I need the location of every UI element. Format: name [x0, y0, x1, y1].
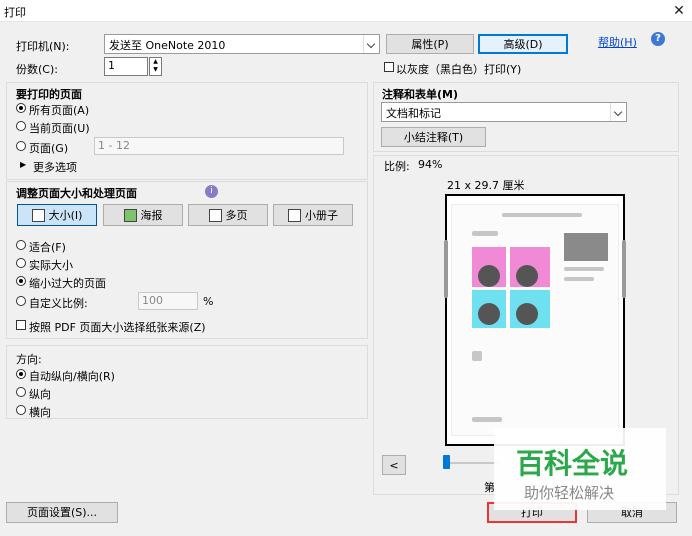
portrait-radio[interactable]: [16, 387, 26, 397]
custom-scale-radio[interactable]: [16, 296, 26, 306]
fit-radio[interactable]: [16, 240, 26, 250]
auto-orientation-radio[interactable]: [16, 369, 26, 379]
copies-label: 份数(C):: [16, 63, 58, 76]
shrink-oversized-radio[interactable]: [16, 276, 26, 286]
multiple-mode-button[interactable]: 多页: [188, 204, 268, 226]
multiple-pages-icon: [208, 208, 222, 222]
printer-value: 发送至 OneNote 2010: [109, 39, 226, 52]
preview-text-line: [502, 213, 582, 217]
all-pages-label: 所有页面(A): [29, 104, 90, 117]
comments-heading: 注释和表单(M): [382, 88, 459, 101]
preview-text-line: [472, 351, 482, 361]
scale-value: 94%: [418, 158, 443, 171]
preview-text-line: [564, 277, 594, 281]
scale-unit: %: [203, 295, 214, 308]
custom-scale-input[interactable]: 100: [138, 292, 198, 310]
preview-text-line: [564, 267, 604, 271]
prev-page-button[interactable]: <: [382, 455, 406, 475]
print-preview-page: [445, 194, 625, 446]
printer-label: 打印机(N):: [16, 40, 70, 53]
fit-label: 适合(F): [29, 241, 66, 254]
page-range-label: 页面(G): [29, 142, 69, 155]
help-icon[interactable]: ?: [651, 32, 665, 46]
preview-content: [451, 204, 619, 436]
current-page-label: 当前页面(U): [29, 122, 90, 135]
preview-edge-handle: [622, 240, 626, 298]
grayscale-checkbox[interactable]: [384, 62, 394, 72]
copies-spinner[interactable]: ▲ ▼: [149, 57, 162, 76]
booklet-mode-button[interactable]: 小册子: [273, 204, 353, 226]
custom-scale-label: 自定义比例:: [29, 297, 88, 310]
landscape-radio[interactable]: [16, 405, 26, 415]
pages-heading: 要打印的页面: [16, 88, 82, 101]
booklet-mode-label: 小册子: [305, 209, 338, 222]
poster-mode-button[interactable]: 海报: [103, 204, 183, 226]
size-mode-label: 大小(I): [48, 209, 83, 222]
landscape-label: 横向: [29, 406, 51, 419]
resize-icon: [31, 208, 45, 222]
comments-select[interactable]: 文档和标记: [381, 102, 627, 122]
preview-text-line: [472, 231, 498, 236]
more-options-link[interactable]: 更多选项: [33, 159, 77, 175]
size-mode-button[interactable]: 大小(I): [17, 204, 97, 226]
paper-size-label: 21 x 29.7 厘米: [447, 179, 525, 192]
page-setup-button[interactable]: 页面设置(S)...: [6, 502, 118, 523]
preview-edge-handle: [444, 240, 448, 298]
paper-source-checkbox[interactable]: [16, 320, 26, 330]
multiple-mode-label: 多页: [225, 209, 248, 222]
advanced-button[interactable]: 高级(D): [478, 34, 568, 54]
window-title: 打印: [4, 6, 26, 19]
comments-value: 文档和标记: [386, 107, 441, 120]
copies-input[interactable]: 1: [104, 57, 148, 76]
expand-arrow-icon[interactable]: ▶: [20, 160, 26, 169]
grayscale-label: 以灰度（黑白色）打印(Y): [396, 63, 522, 76]
page-slider-thumb[interactable]: [443, 455, 451, 469]
scale-label: 比例:: [384, 160, 410, 173]
page-range-radio[interactable]: [16, 141, 26, 151]
poster-mode-label: 海报: [140, 209, 163, 222]
help-link[interactable]: 帮助(H): [598, 34, 637, 50]
orientation-heading: 方向:: [16, 353, 42, 366]
preview-text-line: [472, 417, 502, 422]
title-bar: [0, 0, 692, 22]
actual-size-label: 实际大小: [29, 259, 73, 272]
all-pages-radio[interactable]: [16, 103, 26, 113]
watermark-title: 百科全说: [516, 447, 629, 480]
actual-size-radio[interactable]: [16, 258, 26, 268]
preview-image-block: [516, 303, 538, 325]
portrait-label: 纵向: [29, 388, 51, 401]
summarize-comments-button[interactable]: 小结注释(T): [381, 127, 486, 147]
printer-select[interactable]: 发送至 OneNote 2010: [104, 34, 380, 54]
sizing-heading: 调整页面大小和处理页面: [16, 187, 137, 200]
preview-image-block: [478, 265, 500, 287]
page-range-input[interactable]: 1 - 12: [94, 137, 344, 155]
booklet-icon: [288, 208, 301, 222]
preview-image-block: [564, 233, 608, 261]
shrink-oversized-label: 缩小过大的页面: [29, 277, 106, 290]
properties-button[interactable]: 属性(P): [386, 34, 474, 54]
info-icon[interactable]: i: [205, 185, 218, 198]
auto-orientation-label: 自动纵向/横向(R): [29, 370, 115, 383]
current-page-radio[interactable]: [16, 121, 26, 131]
chevron-down-icon: [363, 35, 379, 53]
page-slider-track[interactable]: [444, 462, 500, 464]
preview-image-block: [516, 265, 538, 287]
close-icon[interactable]: ✕: [670, 2, 688, 20]
poster-icon: [123, 208, 137, 222]
preview-image-block: [478, 303, 500, 325]
chevron-down-icon: [610, 103, 626, 121]
paper-source-label: 按照 PDF 页面大小选择纸张来源(Z): [29, 321, 206, 334]
watermark-subtitle: 助你轻松解决: [524, 484, 615, 502]
